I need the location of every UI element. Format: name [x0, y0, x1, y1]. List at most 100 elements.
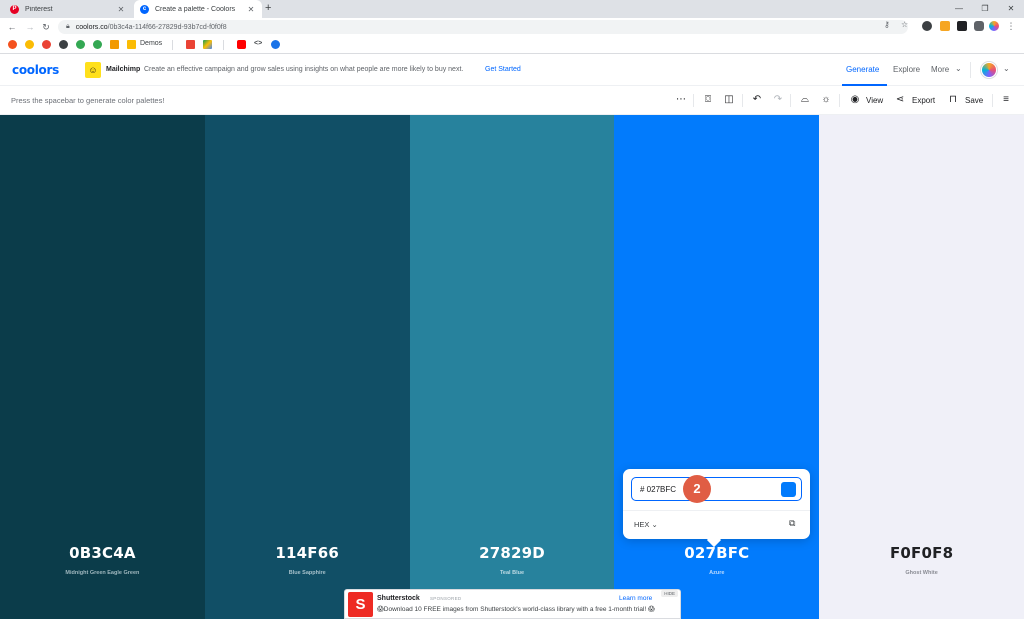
bookmark-icon[interactable]: ⊓	[946, 94, 960, 106]
chevron-down-icon[interactable]: ⌄	[1003, 64, 1010, 73]
ad-text[interactable]: Create an effective campaign and grow sa…	[144, 66, 463, 73]
ad-brand[interactable]: Mailchimp	[106, 66, 140, 73]
nav-more[interactable]: More	[931, 65, 949, 74]
bookmark-star-icon[interactable]: ☆	[901, 20, 908, 29]
swatch-color-name: Blue Sapphire	[288, 570, 326, 576]
ad-text: 😱Download 10 FREE images from Shuttersto…	[377, 605, 655, 613]
format-select[interactable]: HEX ⌄	[634, 520, 658, 529]
glasses-icon[interactable]: ⌓	[798, 94, 812, 106]
format-select-value: HEX	[634, 520, 650, 529]
hex-input-value[interactable]: # 027BFC	[640, 485, 676, 494]
hamburger-menu-icon[interactable]: ≡	[999, 94, 1013, 106]
extension-icon[interactable]	[940, 21, 950, 31]
swatch-hex[interactable]: 027BFC	[614, 544, 819, 562]
tab-coolors[interactable]: c Create a palette - Coolors ✕	[134, 0, 262, 18]
close-icon[interactable]: ✕	[116, 5, 126, 14]
avatar[interactable]	[981, 62, 997, 78]
more-options-icon[interactable]: ⋯	[674, 94, 688, 106]
bookmark-icon[interactable]	[59, 40, 68, 49]
bookmark-icon[interactable]	[93, 40, 102, 49]
restore-button[interactable]: ❐	[972, 0, 998, 18]
app-header: coolors ☺ Mailchimp Create an effective …	[0, 55, 1024, 86]
swatch-hex[interactable]: F0F0F8	[819, 544, 1024, 562]
undo-icon[interactable]: ↶	[750, 94, 764, 106]
chart-bookmark-icon[interactable]	[110, 40, 119, 49]
save-button[interactable]: Save	[965, 96, 983, 105]
gmail-icon[interactable]	[186, 40, 195, 49]
nav-divider	[970, 62, 971, 78]
bookmark-icon[interactable]	[25, 40, 34, 49]
toolbar-divider	[693, 94, 694, 107]
swatch-color-name: Azure	[709, 570, 725, 576]
profile-icon[interactable]	[989, 21, 999, 31]
reload-icon[interactable]: ↻	[40, 21, 52, 33]
sponsored-label: SPONSORED	[430, 596, 462, 601]
color-swatch[interactable]: 0B3C4A Midnight Green Eagle Green	[0, 115, 205, 619]
bookmark-icon[interactable]	[271, 40, 280, 49]
close-icon[interactable]: ✕	[246, 5, 256, 14]
folder-icon[interactable]	[127, 40, 136, 49]
sun-icon[interactable]: ☼	[819, 94, 833, 106]
new-tab-button[interactable]: +	[265, 2, 271, 14]
pinterest-icon: P	[10, 4, 19, 14]
palette: 0B3C4A Midnight Green Eagle Green 114F66…	[0, 115, 1024, 619]
tab-title: Pinterest	[25, 5, 53, 13]
code-icon[interactable]: <>	[254, 40, 262, 47]
bookmarks-bar: Demos <>	[0, 36, 1024, 54]
bookmark-icon[interactable]	[76, 40, 85, 49]
bookmark-icon[interactable]	[8, 40, 17, 49]
ad-text-body: Download 10 FREE images from Shutterstoc…	[383, 606, 647, 613]
redo-icon[interactable]: ↷	[771, 94, 785, 106]
view-button[interactable]: View	[866, 96, 883, 105]
bookmark-separator	[172, 40, 173, 50]
back-icon[interactable]: ←	[6, 21, 18, 33]
tab-pinterest[interactable]: P Pinterest ✕	[4, 0, 132, 18]
swatch-hex[interactable]: 27829D	[410, 544, 615, 562]
sponsored-ad-banner[interactable]: S Shutterstock SPONSORED 😱Download 10 FR…	[344, 589, 681, 619]
export-button[interactable]: Export	[912, 96, 935, 105]
swatch-color-name: Ghost White	[905, 570, 938, 576]
swatch-hex[interactable]: 0B3C4A	[0, 544, 205, 562]
bookmark-icon[interactable]	[42, 40, 51, 49]
window-close-button[interactable]: ✕	[998, 0, 1024, 18]
swatch-hex[interactable]: 114F66	[205, 544, 410, 562]
coolors-logo[interactable]: coolors	[12, 63, 59, 77]
nav-generate[interactable]: Generate	[846, 65, 879, 74]
menu-dots-icon[interactable]: ⋮	[1006, 21, 1016, 31]
learn-more-link[interactable]: Learn more	[619, 595, 652, 602]
eye-icon[interactable]: ◉	[848, 94, 862, 106]
key-icon[interactable]: ⚷	[884, 20, 890, 29]
toolbar-divider	[790, 94, 791, 107]
chevron-down-icon[interactable]: ⌄	[955, 64, 962, 73]
forward-icon[interactable]: →	[24, 21, 36, 33]
sidebar-panel-icon[interactable]: ◫	[722, 94, 736, 106]
bookmark-label[interactable]: Demos	[140, 40, 162, 47]
share-icon[interactable]: ⋖	[893, 94, 907, 106]
mailchimp-icon[interactable]: ☺	[85, 62, 101, 78]
puzzle-icon[interactable]	[974, 21, 984, 31]
hide-ad-button[interactable]: HIDE	[661, 590, 678, 597]
camera-icon[interactable]: ⌼	[701, 94, 715, 106]
copy-icon[interactable]: ⧉	[789, 518, 795, 529]
toolbar-divider	[992, 94, 993, 107]
url-path: /0b3c4a-114f66-27829d-93b7cd-f0f0f8	[107, 23, 227, 31]
hex-input[interactable]: # 027BFC	[631, 477, 802, 501]
nav-explore[interactable]: Explore	[893, 65, 920, 74]
youtube-icon[interactable]	[237, 40, 246, 49]
color-swatch[interactable]: 27829D Teal Blue	[409, 115, 615, 619]
lock-icon: 🔒︎	[66, 23, 70, 30]
step-number-badge: 2	[683, 475, 711, 503]
url-domain: coolors.co	[75, 23, 108, 31]
swatch-color-name: Teal Blue	[499, 570, 525, 576]
ad-cta-link[interactable]: Get Started	[485, 66, 521, 73]
coolors-icon: c	[140, 4, 149, 14]
qr-extension-icon[interactable]	[957, 21, 967, 31]
extension-icon[interactable]	[922, 21, 932, 31]
drive-icon[interactable]	[203, 40, 212, 49]
minimize-button[interactable]: —	[946, 0, 972, 18]
ad-brand: Shutterstock	[377, 595, 420, 602]
url-input[interactable]: 🔒︎ coolors.co/0b3c4a-114f66-27829d-93b7c…	[58, 20, 908, 34]
color-swatch[interactable]: F0F0F8 Ghost White	[819, 115, 1024, 619]
picker-color-swatch[interactable]	[781, 482, 796, 497]
color-swatch[interactable]: 114F66 Blue Sapphire	[204, 115, 410, 619]
